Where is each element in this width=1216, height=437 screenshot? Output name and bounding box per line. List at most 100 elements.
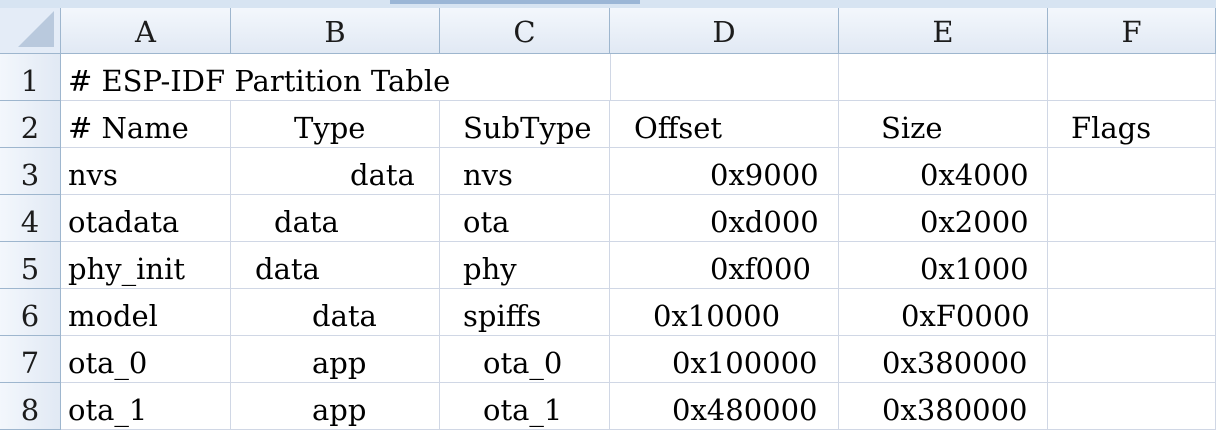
cell-d4[interactable]: 0xd000: [610, 195, 839, 242]
cell-f7[interactable]: [1048, 336, 1216, 383]
column-header-e[interactable]: E: [839, 8, 1048, 54]
cell-e2[interactable]: Size: [839, 101, 1048, 148]
partition-name: model: [68, 299, 158, 333]
partition-size: 0xF0000: [901, 299, 1030, 333]
cell-c4[interactable]: ota: [440, 195, 610, 242]
partition-name: ota_0: [68, 346, 148, 380]
row-header-4[interactable]: 4: [0, 195, 61, 242]
partition-offset: 0xd000: [710, 205, 819, 239]
partition-subtype: spiffs: [463, 299, 542, 333]
cell-f2[interactable]: Flags: [1048, 101, 1216, 148]
partition-name: ota_1: [68, 393, 148, 427]
partition-subtype: ota: [463, 205, 510, 239]
partition-type: app: [312, 393, 367, 427]
partition-subtype: ota_0: [483, 346, 563, 380]
cell-d6[interactable]: 0x10000: [610, 289, 839, 336]
cell-b2[interactable]: Type: [231, 101, 440, 148]
header-offset: Offset: [634, 111, 723, 145]
header-subtype: SubType: [463, 111, 592, 145]
cell-f8[interactable]: [1048, 383, 1216, 430]
select-all-corner[interactable]: [0, 8, 61, 54]
cell-b4[interactable]: data: [231, 195, 440, 242]
partition-size: 0x380000: [882, 346, 1028, 380]
cell-b7[interactable]: app: [231, 336, 440, 383]
cell-e4[interactable]: 0x2000: [839, 195, 1048, 242]
header-name: # Name: [68, 111, 189, 145]
header-type: Type: [294, 111, 366, 145]
partition-size: 0x2000: [920, 205, 1029, 239]
cell-a7[interactable]: ota_0: [61, 336, 231, 383]
cell-c2[interactable]: SubType: [440, 101, 610, 148]
cell-b6[interactable]: data: [231, 289, 440, 336]
cell-d3[interactable]: 0x9000: [610, 148, 839, 195]
cell-d5[interactable]: 0xf000: [610, 242, 839, 289]
cell-c8[interactable]: ota_1: [440, 383, 610, 430]
partition-subtype: phy: [463, 252, 517, 286]
cell-a6[interactable]: model: [61, 289, 231, 336]
top-bar: [0, 0, 1216, 8]
row-header-2[interactable]: 2: [0, 101, 61, 148]
partition-size: 0x1000: [920, 252, 1029, 286]
partition-name: nvs: [68, 158, 118, 192]
cell-b5[interactable]: data: [231, 242, 440, 289]
cell-b3[interactable]: data: [231, 148, 440, 195]
header-size: Size: [881, 111, 943, 145]
partition-subtype: nvs: [463, 158, 513, 192]
cell-d2[interactable]: Offset: [610, 101, 839, 148]
row-header-1[interactable]: 1: [0, 54, 61, 101]
row-header-6[interactable]: 6: [0, 289, 61, 336]
column-header-c[interactable]: C: [440, 8, 610, 54]
row-header-5[interactable]: 5: [0, 242, 61, 289]
partition-offset: 0x100000: [672, 346, 818, 380]
cell-e3[interactable]: 0x4000: [839, 148, 1048, 195]
column-header-f[interactable]: F: [1048, 8, 1216, 54]
partition-offset: 0x9000: [710, 158, 819, 192]
row-header-3[interactable]: 3: [0, 148, 61, 195]
cell-c5[interactable]: phy: [440, 242, 610, 289]
partition-type: data: [255, 252, 320, 286]
partition-type: data: [350, 158, 415, 192]
cell-a5[interactable]: phy_init: [61, 242, 231, 289]
cell-e7[interactable]: 0x380000: [839, 336, 1048, 383]
row-header-7[interactable]: 7: [0, 336, 61, 383]
cell-f4[interactable]: [1048, 195, 1216, 242]
header-flags: Flags: [1071, 111, 1152, 145]
cell-c7[interactable]: ota_0: [440, 336, 610, 383]
cell-a3[interactable]: nvs: [61, 148, 231, 195]
cell-f1[interactable]: [1048, 54, 1216, 101]
column-header-d[interactable]: D: [610, 8, 839, 54]
partition-size: 0x380000: [882, 393, 1028, 427]
cell-f5[interactable]: [1048, 242, 1216, 289]
partition-name: otadata: [68, 205, 180, 239]
partition-offset: 0x10000: [653, 299, 781, 333]
partition-subtype: ota_1: [483, 393, 563, 427]
partition-type: data: [274, 205, 339, 239]
cell-a2[interactable]: # Name: [61, 101, 231, 148]
cell-d8[interactable]: 0x480000: [610, 383, 839, 430]
partition-type: app: [312, 346, 367, 380]
cell-d7[interactable]: 0x100000: [610, 336, 839, 383]
select-all-icon: [18, 11, 54, 47]
cell-e1[interactable]: [839, 54, 1048, 101]
partition-offset: 0xf000: [710, 252, 811, 286]
cell-f3[interactable]: [1048, 148, 1216, 195]
selection-indicator: [390, 0, 640, 4]
partition-size: 0x4000: [920, 158, 1029, 192]
partition-name: phy_init: [68, 252, 186, 286]
cell-e8[interactable]: 0x380000: [839, 383, 1048, 430]
cell-e5[interactable]: 0x1000: [839, 242, 1048, 289]
column-header-b[interactable]: B: [231, 8, 440, 54]
cell-c6[interactable]: spiffs: [440, 289, 610, 336]
row-header-8[interactable]: 8: [0, 383, 61, 430]
partition-type: data: [312, 299, 377, 333]
cell-f6[interactable]: [1048, 289, 1216, 336]
column-header-a[interactable]: A: [61, 8, 231, 54]
cell-e6[interactable]: 0xF0000: [839, 289, 1048, 336]
cell-c3[interactable]: nvs: [440, 148, 610, 195]
cell-b8[interactable]: app: [231, 383, 440, 430]
partition-offset: 0x480000: [672, 393, 818, 427]
cell-a8[interactable]: ota_1: [61, 383, 231, 430]
cell-d1[interactable]: [610, 54, 839, 101]
cell-a1[interactable]: # ESP-IDF Partition Table: [61, 54, 610, 101]
cell-a4[interactable]: otadata: [61, 195, 231, 242]
